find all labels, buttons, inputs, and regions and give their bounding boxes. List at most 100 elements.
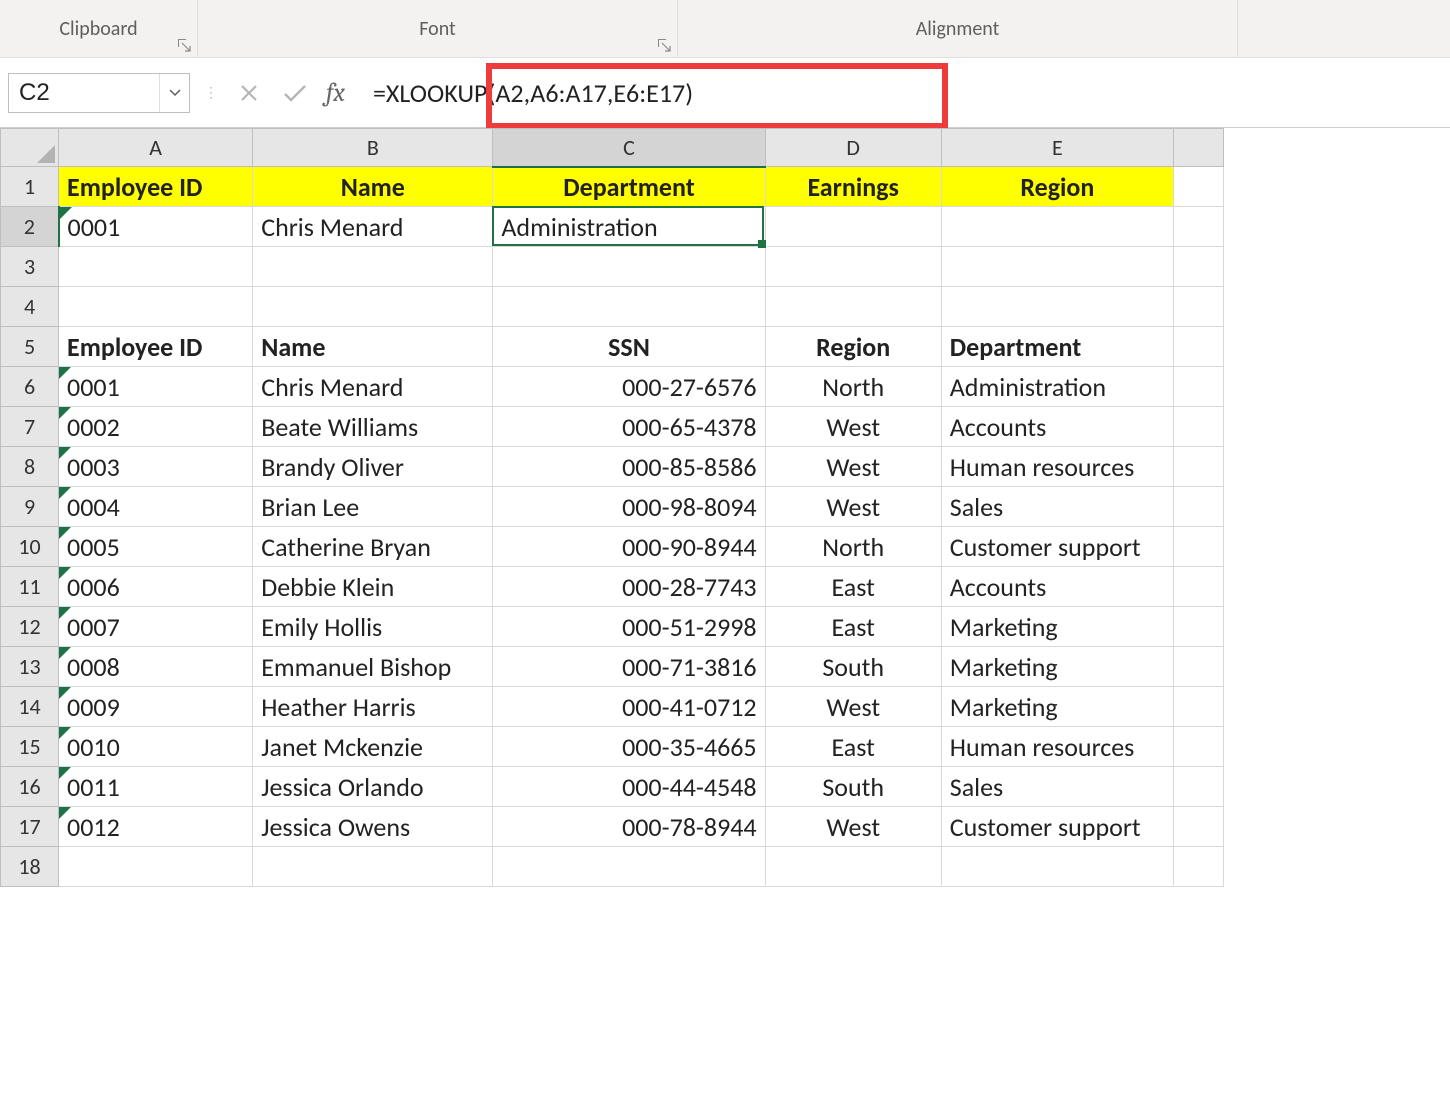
dialog-launcher-icon[interactable] — [657, 38, 671, 52]
cell[interactable]: 0003 — [59, 447, 253, 487]
worksheet[interactable]: A B C D E 1 Employee ID Name Department … — [0, 128, 1450, 887]
cell-active[interactable]: Administration — [493, 207, 765, 247]
cell[interactable]: Heather Harris — [253, 687, 493, 727]
cell[interactable] — [1173, 407, 1223, 447]
cell[interactable]: 000-98-8094 — [493, 487, 765, 527]
row-header[interactable]: 6 — [1, 367, 59, 407]
cell[interactable] — [1173, 167, 1223, 207]
col-header-D[interactable]: D — [765, 129, 941, 167]
row-header[interactable]: 15 — [1, 727, 59, 767]
cell[interactable]: Region — [941, 167, 1173, 207]
cell[interactable]: Catherine Bryan — [253, 527, 493, 567]
cell[interactable] — [1173, 767, 1223, 807]
cell[interactable] — [1173, 487, 1223, 527]
cell[interactable]: 000-41-0712 — [493, 687, 765, 727]
cell[interactable] — [1173, 687, 1223, 727]
cell[interactable] — [1173, 287, 1223, 327]
enter-button[interactable] — [272, 73, 318, 113]
cell[interactable] — [1173, 327, 1223, 367]
row-header[interactable]: 10 — [1, 527, 59, 567]
cell[interactable]: 0011 — [59, 767, 253, 807]
cell[interactable]: 0001 — [59, 367, 253, 407]
formula-input[interactable]: =XLOOKUP(A2,A6:A17,E6:E17) — [355, 73, 1450, 113]
cell[interactable] — [941, 247, 1173, 287]
cell[interactable]: Brian Lee — [253, 487, 493, 527]
cell[interactable]: 0005 — [59, 527, 253, 567]
insert-function-button[interactable]: fx — [326, 78, 345, 108]
col-header-B[interactable]: B — [253, 129, 493, 167]
cell[interactable]: North — [765, 367, 941, 407]
col-header-A[interactable]: A — [59, 129, 253, 167]
cell[interactable]: 0007 — [59, 607, 253, 647]
cell[interactable]: 0001 — [59, 207, 253, 247]
cell[interactable]: 0012 — [59, 807, 253, 847]
cell[interactable]: Customer support — [941, 807, 1173, 847]
cell[interactable]: 000-44-4548 — [493, 767, 765, 807]
cell[interactable] — [765, 287, 941, 327]
cell[interactable] — [1173, 367, 1223, 407]
cancel-button[interactable] — [226, 73, 272, 113]
row-header[interactable]: 18 — [1, 847, 59, 887]
cell[interactable]: West — [765, 447, 941, 487]
cell[interactable]: West — [765, 687, 941, 727]
cell[interactable]: Name — [253, 327, 493, 367]
row-header[interactable]: 5 — [1, 327, 59, 367]
cell[interactable]: 000-27-6576 — [493, 367, 765, 407]
cell[interactable]: Marketing — [941, 647, 1173, 687]
col-header-C[interactable]: C — [493, 129, 765, 167]
cell[interactable] — [941, 287, 1173, 327]
cell[interactable]: Accounts — [941, 407, 1173, 447]
name-box-dropdown[interactable] — [159, 74, 189, 112]
cell[interactable]: West — [765, 487, 941, 527]
cell[interactable]: Employee ID — [59, 167, 253, 207]
cell[interactable] — [1173, 527, 1223, 567]
row-header[interactable]: 2 — [1, 207, 59, 247]
row-header[interactable]: 8 — [1, 447, 59, 487]
cell[interactable]: 000-65-4378 — [493, 407, 765, 447]
cell[interactable] — [941, 207, 1173, 247]
select-all-cell[interactable] — [1, 129, 59, 167]
cell[interactable] — [59, 847, 253, 887]
cell[interactable] — [765, 207, 941, 247]
col-header-F[interactable] — [1173, 129, 1223, 167]
row-header[interactable]: 13 — [1, 647, 59, 687]
row-header[interactable]: 3 — [1, 247, 59, 287]
cell[interactable]: East — [765, 607, 941, 647]
row-header[interactable]: 16 — [1, 767, 59, 807]
cell[interactable]: SSN — [493, 327, 765, 367]
cell[interactable]: West — [765, 807, 941, 847]
cell[interactable]: 000-35-4665 — [493, 727, 765, 767]
cell[interactable]: Human resources — [941, 447, 1173, 487]
cell[interactable]: Name — [253, 167, 493, 207]
formula-bar-splitter[interactable]: ⋮ — [202, 73, 220, 113]
cell[interactable]: Employee ID — [59, 327, 253, 367]
row-header[interactable]: 1 — [1, 167, 59, 207]
cell[interactable]: Jessica Owens — [253, 807, 493, 847]
cell[interactable]: Marketing — [941, 607, 1173, 647]
name-box[interactable] — [8, 73, 190, 113]
cell[interactable] — [1173, 207, 1223, 247]
row-header[interactable]: 11 — [1, 567, 59, 607]
cell[interactable]: Beate Williams — [253, 407, 493, 447]
cell[interactable]: Earnings — [765, 167, 941, 207]
cell[interactable]: 000-78-8944 — [493, 807, 765, 847]
cell[interactable]: 0006 — [59, 567, 253, 607]
cell[interactable] — [253, 287, 493, 327]
cell[interactable] — [493, 847, 765, 887]
cell[interactable]: 000-51-2998 — [493, 607, 765, 647]
cell[interactable]: 000-71-3816 — [493, 647, 765, 687]
cell[interactable] — [1173, 247, 1223, 287]
cell[interactable]: Accounts — [941, 567, 1173, 607]
cell[interactable] — [1173, 447, 1223, 487]
cell[interactable]: North — [765, 527, 941, 567]
cell[interactable] — [1173, 647, 1223, 687]
cell[interactable] — [1173, 847, 1223, 887]
cell[interactable]: Emmanuel Bishop — [253, 647, 493, 687]
col-header-E[interactable]: E — [941, 129, 1173, 167]
row-header[interactable]: 12 — [1, 607, 59, 647]
cell[interactable]: 000-28-7743 — [493, 567, 765, 607]
cell[interactable] — [493, 247, 765, 287]
cell[interactable]: Administration — [941, 367, 1173, 407]
cell[interactable] — [59, 247, 253, 287]
cell[interactable] — [253, 247, 493, 287]
